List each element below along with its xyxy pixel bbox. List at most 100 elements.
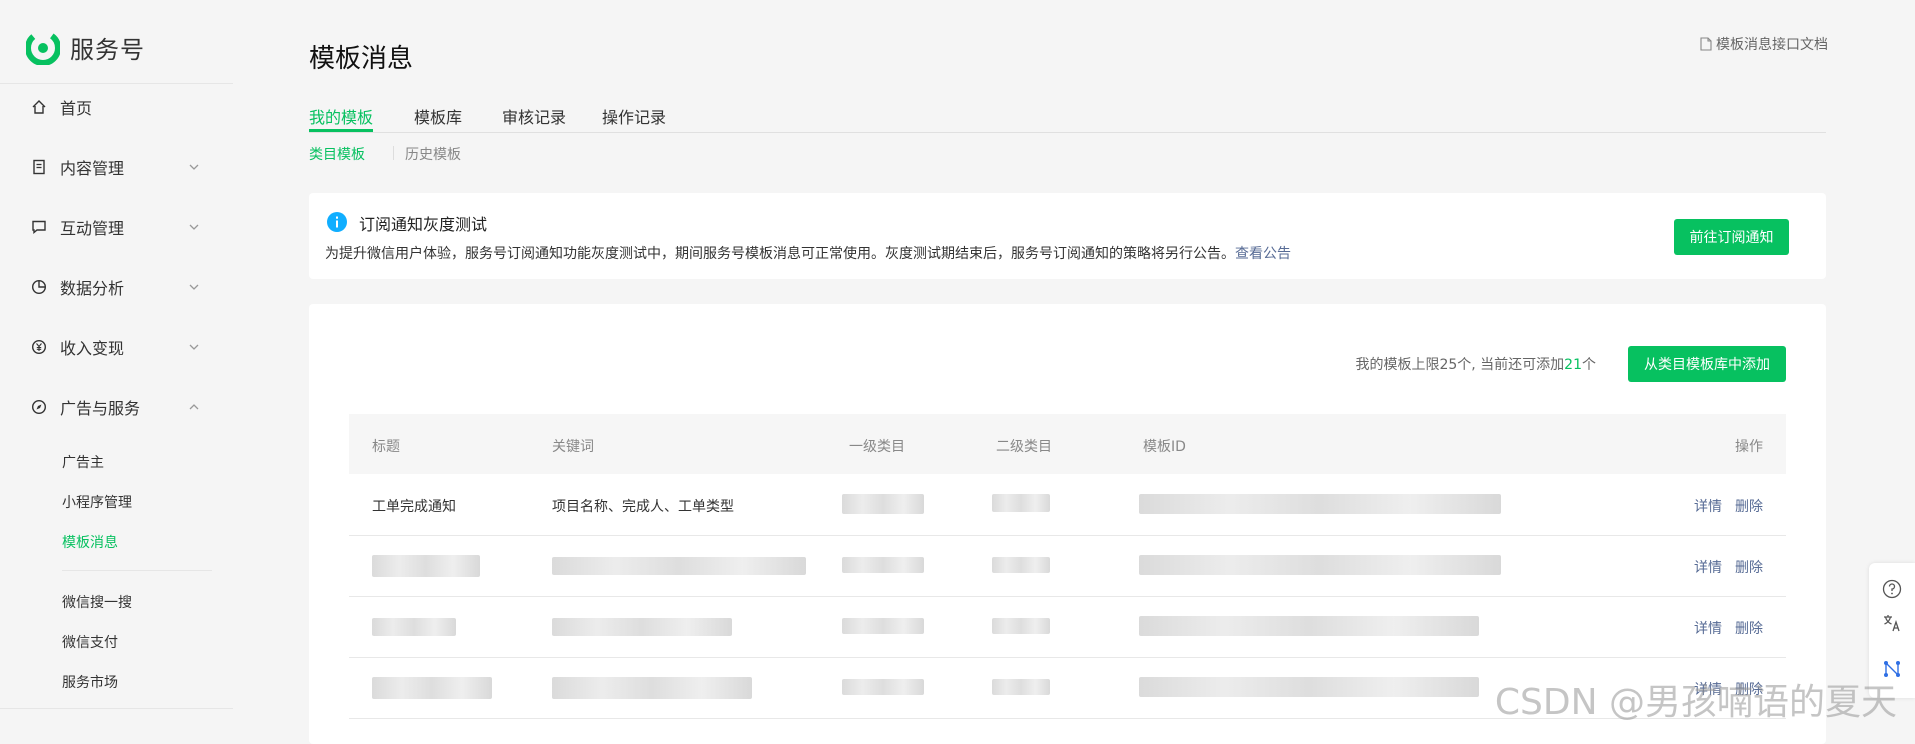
template-limit-text: 我的模板上限25个, 当前还可添加21个: [1355, 354, 1596, 374]
app-name: 服务号: [70, 36, 145, 64]
redacted-template-id: [1139, 555, 1501, 575]
sidebar-subitem-wechat-search[interactable]: 微信搜一搜: [62, 592, 132, 612]
home-icon: [30, 98, 48, 116]
redacted-category2: [992, 679, 1050, 695]
sidebar-subitem-service-market[interactable]: 服务市场: [62, 672, 118, 692]
detail-link[interactable]: 详情: [1694, 618, 1722, 638]
chevron-down-icon: [189, 344, 199, 350]
logo[interactable]: 服务号: [26, 30, 145, 65]
header-title: 标题: [372, 439, 400, 455]
chat-icon: [30, 218, 48, 236]
help-icon[interactable]: [1882, 579, 1902, 599]
chevron-down-icon: [189, 164, 199, 170]
tab-my-templates[interactable]: 我的模板: [309, 104, 373, 128]
sidebar-item-interaction[interactable]: 互动管理: [30, 212, 200, 242]
info-icon: [327, 212, 347, 232]
chevron-down-icon: [189, 224, 199, 230]
service-account-logo-icon: [26, 30, 60, 65]
sidebar-item-monetization[interactable]: 收入变现: [30, 332, 200, 362]
delete-link[interactable]: 删除: [1735, 618, 1763, 638]
redacted-category2: [992, 618, 1050, 634]
header-category-level2: 二级类目: [996, 439, 1052, 455]
limit-prefix: 我的模板上限25个, 当前还可添加: [1355, 357, 1565, 373]
delete-link[interactable]: 删除: [1735, 557, 1763, 577]
redacted-category2: [992, 494, 1050, 512]
sidebar-item-ads-services[interactable]: 广告与服务: [30, 392, 200, 422]
doc-link-label: 模板消息接口文档: [1716, 37, 1828, 53]
csdn-watermark: CSDN @男孩喃语的夏天: [1494, 682, 1897, 723]
row-title: 工单完成通知: [372, 499, 456, 515]
redacted-title: [372, 677, 492, 699]
sidebar-divider: [62, 570, 212, 571]
sidebar-item-content[interactable]: 内容管理: [30, 152, 200, 182]
redacted-title: [372, 555, 480, 577]
notice-text: 为提升微信用户体验，服务号订阅通知功能灰度测试中，期间服务号模板消息可正常使用。…: [325, 243, 1291, 263]
chevron-up-icon: [189, 404, 199, 410]
sidebar-item-label: 内容管理: [60, 159, 125, 178]
redacted-category2: [992, 557, 1050, 573]
sidebar-subitem-wechat-pay[interactable]: 微信支付: [62, 632, 118, 652]
sidebar-item-home[interactable]: 首页: [30, 92, 200, 122]
pie-chart-icon: [30, 278, 48, 296]
compass-icon: [30, 398, 48, 416]
sidebar-item-label: 首页: [60, 99, 93, 118]
page-title: 模板消息: [309, 44, 414, 74]
redacted-title: [372, 618, 456, 636]
redacted-template-id: [1139, 494, 1501, 514]
tab-template-library[interactable]: 模板库: [414, 104, 462, 128]
detail-link[interactable]: 详情: [1694, 496, 1722, 516]
subtab-history-templates[interactable]: 历史模板: [405, 144, 461, 164]
limit-remaining-count: 21: [1564, 357, 1582, 373]
sidebar-item-label: 互动管理: [60, 219, 125, 238]
tab-operation-records[interactable]: 操作记录: [602, 104, 666, 128]
redacted-keywords: [552, 618, 732, 636]
header-actions: 操作: [1735, 439, 1763, 455]
add-from-library-button[interactable]: 从类目模板库中添加: [1628, 346, 1786, 382]
file-icon: [1700, 37, 1712, 51]
sidebar-subitem-template-message[interactable]: 模板消息: [62, 532, 118, 552]
sidebar-item-analytics[interactable]: 数据分析: [30, 272, 200, 302]
subtab-category-templates[interactable]: 类目模板: [309, 144, 365, 164]
translate-icon[interactable]: [1882, 613, 1902, 633]
sidebar-subitem-advertiser[interactable]: 广告主: [62, 452, 104, 472]
sidebar-subitem-miniprogram[interactable]: 小程序管理: [62, 492, 132, 512]
limit-suffix: 个: [1582, 357, 1596, 373]
tab-review-records[interactable]: 审核记录: [502, 104, 566, 128]
table-row: 详情 删除: [349, 535, 1786, 597]
subtab-separator: [393, 146, 394, 160]
notice-body: 为提升微信用户体验，服务号订阅通知功能灰度测试中，期间服务号模板消息可正常使用。…: [325, 246, 1235, 262]
detail-link[interactable]: 详情: [1694, 557, 1722, 577]
view-announcement-link[interactable]: 查看公告: [1235, 246, 1291, 262]
header-category-level1: 一级类目: [849, 439, 905, 455]
sidebar: 服务号 首页 内容管理 互动管理 数据分析 收入变现 广告与服务 广告主 小程序…: [0, 0, 233, 725]
redacted-category1: [842, 679, 924, 695]
redacted-category1: [842, 618, 924, 634]
redacted-keywords: [552, 557, 806, 575]
sidebar-item-label: 数据分析: [60, 279, 125, 298]
main-content: 模板消息 模板消息接口文档 我的模板 模板库 审核记录 操作记录 类目模板 历史…: [233, 0, 1915, 744]
delete-link[interactable]: 删除: [1735, 496, 1763, 516]
sidebar-divider: [0, 708, 233, 709]
document-icon: [30, 158, 48, 176]
row-keywords: 项目名称、完成人、工单类型: [552, 499, 734, 515]
redacted-category1: [842, 494, 924, 514]
redacted-category1: [842, 557, 924, 573]
notice-title: 订阅通知灰度测试: [359, 215, 488, 234]
go-to-subscription-button[interactable]: 前往订阅通知: [1674, 219, 1789, 255]
tab-bar: 我的模板 模板库 审核记录 操作记录: [309, 104, 1826, 133]
sidebar-divider: [0, 83, 233, 84]
sidebar-item-label: 广告与服务: [60, 399, 141, 418]
subscription-notice-card: 订阅通知灰度测试 为提升微信用户体验，服务号订阅通知功能灰度测试中，期间服务号模…: [309, 193, 1826, 279]
table-row: 工单完成通知 项目名称、完成人、工单类型 详情 删除: [349, 474, 1786, 536]
redacted-template-id: [1139, 677, 1479, 697]
table-row: 详情 删除: [349, 596, 1786, 658]
redacted-template-id: [1139, 616, 1479, 636]
table-header: 标题 关键词 一级类目 二级类目 模板ID 操作: [349, 414, 1786, 474]
template-api-doc-link[interactable]: 模板消息接口文档: [1700, 34, 1828, 54]
active-tab-indicator: [309, 129, 373, 132]
redacted-keywords: [552, 677, 752, 699]
header-template-id: 模板ID: [1143, 439, 1186, 455]
header-keywords: 关键词: [552, 439, 594, 455]
chevron-down-icon: [189, 284, 199, 290]
sidebar-item-label: 收入变现: [60, 339, 125, 358]
